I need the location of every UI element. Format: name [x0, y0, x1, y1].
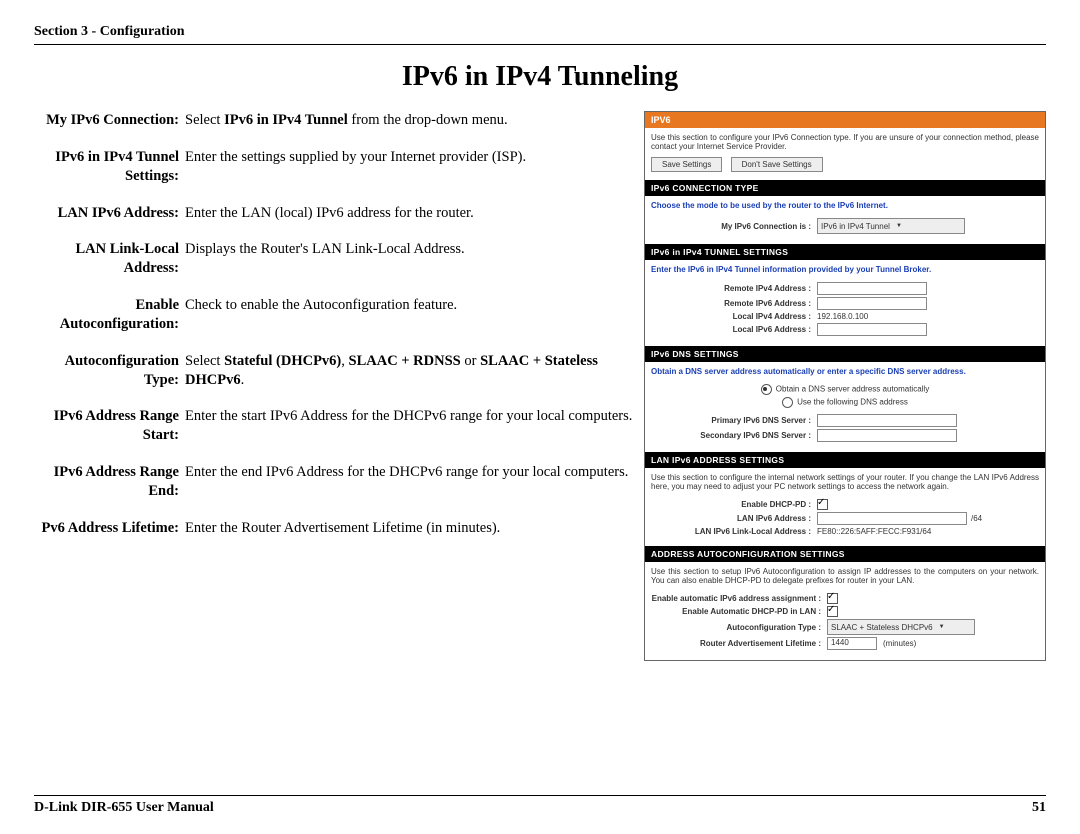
dns-secondary-input[interactable]	[817, 429, 957, 442]
def-desc: Check to enable the Autoconfiguration fe…	[185, 296, 634, 334]
conn-label: My IPv6 Connection is :	[651, 222, 817, 231]
local-ipv6-label: Local IPv6 Address :	[651, 325, 817, 334]
header-rule	[34, 44, 1046, 45]
dns-primary-label: Primary IPv6 DNS Server :	[651, 416, 817, 425]
save-settings-button[interactable]: Save Settings	[651, 157, 722, 172]
autoconfig-intro: Use this section to setup IPv6 Autoconfi…	[651, 567, 1039, 585]
auto-ra-unit: (minutes)	[883, 639, 916, 648]
def-term: LAN Link-Local Address:	[34, 240, 185, 278]
def-desc: Enter the Router Advertisement Lifetime …	[185, 519, 634, 538]
local-ipv6-input[interactable]	[817, 323, 927, 336]
auto-ra-input[interactable]: 1440	[827, 637, 877, 650]
def-term: IPv6 in IPv4 Tunnel Settings:	[34, 148, 185, 186]
def-term: My IPv6 Connection:	[34, 111, 185, 130]
def-my-ipv6-connection: My IPv6 Connection: Select IPv6 in IPv4 …	[34, 111, 634, 130]
def-autoconfig-type: Autoconfiguration Type: Select Stateful …	[34, 352, 634, 390]
panel-ipv6-header: IPV6	[645, 112, 1045, 128]
def-address-lifetime: Pv6 Address Lifetime: Enter the Router A…	[34, 519, 634, 538]
remote-ipv6-label: Remote IPv6 Address :	[651, 299, 817, 308]
conn-type-blue: Choose the mode to be used by the router…	[651, 201, 1039, 210]
remote-ipv4-input[interactable]	[817, 282, 927, 295]
autoconfig-header: ADDRESS AUTOCONFIGURATION SETTINGS	[645, 546, 1045, 562]
lan-ll-label: LAN IPv6 Link-Local Address :	[651, 527, 817, 536]
remote-ipv6-input[interactable]	[817, 297, 927, 310]
section-header: Section 3 - Configuration	[34, 24, 1046, 44]
def-lan-link-local: LAN Link-Local Address: Displays the Rou…	[34, 240, 634, 278]
def-desc: Select IPv6 in IPv4 Tunnel from the drop…	[185, 111, 634, 130]
dhcppd-checkbox[interactable]	[817, 499, 828, 510]
lan-ll-value: FE80::226:5AFF:FECC:F931/64	[817, 527, 931, 536]
conn-type-select[interactable]: IPv6 in IPv4 Tunnel	[817, 218, 965, 234]
page-title: IPv6 in IPv4 Tunneling	[34, 61, 1046, 93]
def-range-end: IPv6 Address Range End: Enter the end IP…	[34, 463, 634, 501]
panel-ipv6-intro: Use this section to configure your IPv6 …	[651, 133, 1039, 151]
def-term: Pv6 Address Lifetime:	[34, 519, 185, 538]
dns-blue: Obtain a DNS server address automaticall…	[651, 367, 1039, 376]
footer-manual: D-Link DIR-655 User Manual	[34, 800, 214, 816]
definitions-column: My IPv6 Connection: Select IPv6 in IPv4 …	[34, 111, 634, 661]
def-term: Enable Autoconfiguration:	[34, 296, 185, 334]
auto-type-label: Autoconfiguration Type :	[651, 623, 827, 632]
tunnel-blue: Enter the IPv6 in IPv4 Tunnel informatio…	[651, 265, 1039, 274]
auto-ra-label: Router Advertisement Lifetime :	[651, 639, 827, 648]
def-desc: Enter the end IPv6 Address for the DHCPv…	[185, 463, 634, 501]
dont-save-settings-button[interactable]: Don't Save Settings	[731, 157, 823, 172]
dns-primary-input[interactable]	[817, 414, 957, 427]
def-term: IPv6 Address Range Start:	[34, 407, 185, 445]
def-tunnel-settings: IPv6 in IPv4 Tunnel Settings: Enter the …	[34, 148, 634, 186]
dns-auto-label: Obtain a DNS server address automaticall…	[776, 385, 929, 394]
lan-addr-suffix: /64	[971, 514, 982, 523]
auto-enable-label: Enable automatic IPv6 address assignment…	[651, 594, 827, 603]
router-ui-screenshot: IPV6 Use this section to configure your …	[644, 111, 1046, 661]
dns-header: IPv6 DNS SETTINGS	[645, 346, 1045, 362]
auto-enable-checkbox[interactable]	[827, 593, 838, 604]
footer-page: 51	[1032, 800, 1046, 816]
local-ipv4-value: 192.168.0.100	[817, 312, 868, 321]
def-desc: Enter the LAN (local) IPv6 address for t…	[185, 204, 634, 223]
auto-dhcppd-checkbox[interactable]	[827, 606, 838, 617]
lan-intro: Use this section to configure the intern…	[651, 473, 1039, 491]
def-term: LAN IPv6 Address:	[34, 204, 185, 223]
def-desc: Enter the start IPv6 Address for the DHC…	[185, 407, 634, 445]
def-desc: Select Stateful (DHCPv6), SLAAC + RDNSS …	[185, 352, 634, 390]
def-term: Autoconfiguration Type:	[34, 352, 185, 390]
dhcppd-label: Enable DHCP-PD :	[651, 500, 817, 509]
conn-type-header: IPv6 CONNECTION TYPE	[645, 180, 1045, 196]
def-desc: Enter the settings supplied by your Inte…	[185, 148, 634, 186]
def-range-start: IPv6 Address Range Start: Enter the star…	[34, 407, 634, 445]
lan-header: LAN IPv6 ADDRESS SETTINGS	[645, 452, 1045, 468]
def-lan-ipv6-address: LAN IPv6 Address: Enter the LAN (local) …	[34, 204, 634, 223]
def-enable-autoconfig: Enable Autoconfiguration: Check to enabl…	[34, 296, 634, 334]
auto-type-select[interactable]: SLAAC + Stateless DHCPv6	[827, 619, 975, 635]
def-term: IPv6 Address Range End:	[34, 463, 185, 501]
dns-secondary-label: Secondary IPv6 DNS Server :	[651, 431, 817, 440]
auto-dhcppd-label: Enable Automatic DHCP-PD in LAN :	[651, 607, 827, 616]
remote-ipv4-label: Remote IPv4 Address :	[651, 284, 817, 293]
dns-manual-radio[interactable]	[782, 397, 793, 408]
local-ipv4-label: Local IPv4 Address :	[651, 312, 817, 321]
lan-addr-label: LAN IPv6 Address :	[651, 514, 817, 523]
dns-auto-radio[interactable]	[761, 384, 772, 395]
dns-manual-label: Use the following DNS address	[797, 398, 908, 407]
lan-addr-input[interactable]	[817, 512, 967, 525]
def-desc: Displays the Router's LAN Link-Local Add…	[185, 240, 634, 278]
tunnel-header: IPv6 in IPv4 TUNNEL SETTINGS	[645, 244, 1045, 260]
